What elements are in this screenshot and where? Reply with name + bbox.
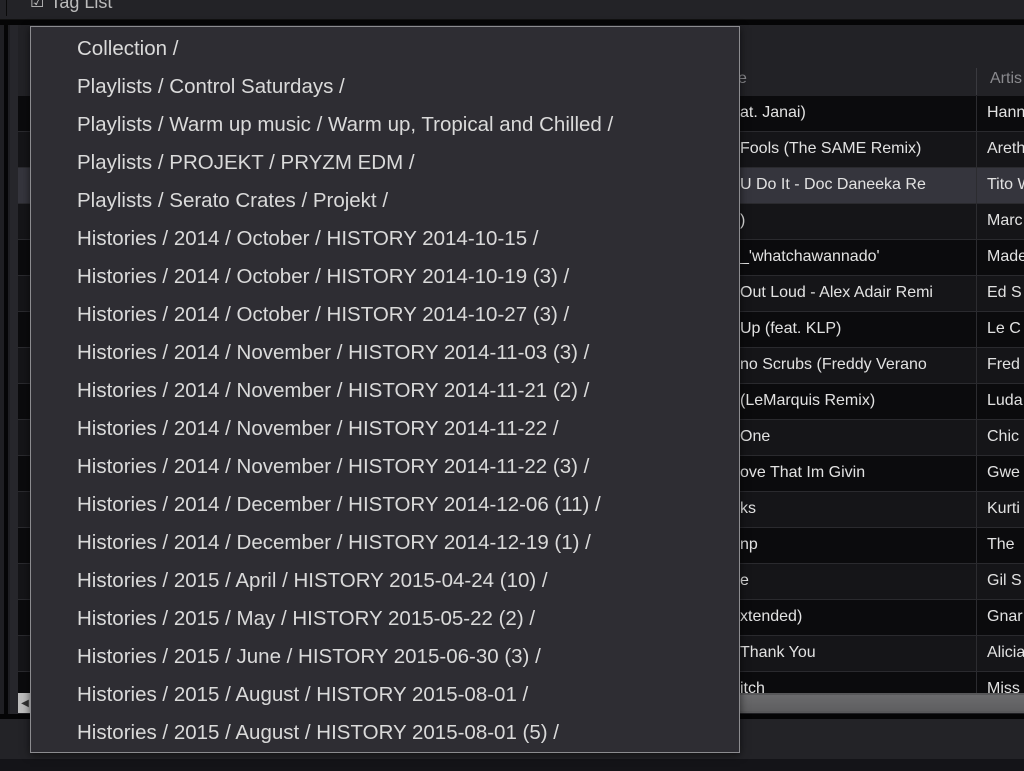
track-title-cell: _'whatchawannado': [740, 248, 880, 265]
track-title-cell: ): [740, 212, 746, 229]
top-toolbar: ☑ Tag List: [0, 0, 1024, 20]
column-divider: [976, 312, 977, 347]
track-title-cell: U Do It - Doc Daneeka Re: [740, 176, 926, 193]
column-divider: [976, 168, 977, 203]
menu-item[interactable]: Histories / 2015 / August / HISTORY 2015…: [31, 714, 739, 752]
menu-item[interactable]: Histories / 2014 / October / HISTORY 201…: [31, 220, 739, 258]
tag-list-tab[interactable]: ☑ Tag List: [30, 0, 112, 12]
menu-item[interactable]: Histories / 2014 / November / HISTORY 20…: [31, 448, 739, 486]
track-title-cell: e: [740, 572, 749, 589]
track-title-cell: no Scrubs (Freddy Verano: [740, 356, 927, 373]
track-title-cell: Out Loud - Alex Adair Remi: [740, 284, 933, 301]
track-title-cell: at. Janai): [740, 104, 806, 121]
column-divider: [976, 456, 977, 491]
column-header-title[interactable]: e: [738, 70, 968, 88]
column-divider: [976, 132, 977, 167]
menu-item[interactable]: Collection /: [31, 30, 739, 68]
track-title-cell: Thank You: [740, 644, 816, 661]
menu-item[interactable]: Histories / 2014 / November / HISTORY 20…: [31, 334, 739, 372]
column-resize-handle[interactable]: [976, 68, 977, 95]
tag-list-tab-label: Tag List: [50, 0, 113, 12]
column-divider: [976, 276, 977, 311]
column-divider: [976, 348, 977, 383]
column-header-artist[interactable]: Artis: [990, 70, 1022, 88]
status-strip: [0, 759, 1024, 771]
menu-item[interactable]: Histories / 2014 / October / HISTORY 201…: [31, 296, 739, 334]
track-artist-cell: Tito W: [987, 176, 1024, 193]
track-artist-cell: Luda: [987, 392, 1023, 409]
menu-item[interactable]: Histories / 2014 / November / HISTORY 20…: [31, 410, 739, 448]
track-title-cell: ks: [740, 500, 756, 517]
menu-item[interactable]: Histories / 2015 / April / HISTORY 2015-…: [31, 562, 739, 600]
menu-item[interactable]: Playlists / Warm up music / Warm up, Tro…: [31, 106, 739, 144]
menu-item[interactable]: Playlists / PROJEKT / PRYZM EDM /: [31, 144, 739, 182]
track-title-cell: Up (feat. KLP): [740, 320, 842, 337]
track-artist-cell: The: [987, 536, 1015, 553]
menu-item[interactable]: Playlists / Control Saturdays /: [31, 68, 739, 106]
toolbar-divider: [6, 0, 7, 16]
track-artist-cell: Marc: [987, 212, 1023, 229]
track-artist-cell: Areth: [987, 140, 1024, 157]
column-divider: [976, 240, 977, 275]
menu-item[interactable]: Histories / 2015 / June / HISTORY 2015-0…: [31, 638, 739, 676]
track-artist-cell: Gnar: [987, 608, 1023, 625]
menu-item[interactable]: Histories / 2014 / December / HISTORY 20…: [31, 524, 739, 562]
column-divider: [976, 420, 977, 455]
track-artist-cell: Hann: [987, 104, 1024, 121]
track-artist-cell: Ed S: [987, 284, 1022, 301]
menu-item[interactable]: Histories / 2014 / November / HISTORY 20…: [31, 372, 739, 410]
column-divider: [976, 204, 977, 239]
menu-item[interactable]: Histories / 2015 / May / HISTORY 2015-05…: [31, 600, 739, 638]
track-artist-cell: Made: [987, 248, 1024, 265]
panel-edge: [4, 25, 8, 718]
menu-item[interactable]: Playlists / Serato Crates / Projekt /: [31, 182, 739, 220]
track-title-cell: xtended): [740, 608, 803, 625]
menu-item[interactable]: Histories / 2015 / August / HISTORY 2015…: [31, 676, 739, 714]
tag-location-dropdown-menu: Collection / Playlists / Control Saturday…: [30, 26, 740, 753]
column-divider: [976, 384, 977, 419]
tag-list-check-icon: ☑: [30, 0, 45, 11]
column-divider: [976, 492, 977, 527]
track-artist-cell: Gwe: [987, 464, 1020, 481]
track-artist-cell: Gil S: [987, 572, 1022, 589]
track-title-cell: Fools (The SAME Remix): [740, 140, 922, 157]
track-title-cell: One: [740, 428, 771, 445]
column-divider: [976, 528, 977, 563]
track-artist-cell: Fred: [987, 356, 1020, 373]
track-artist-cell: Chic: [987, 428, 1020, 445]
menu-item[interactable]: Histories / 2014 / October / HISTORY 201…: [31, 258, 739, 296]
track-artist-cell: Le C: [987, 320, 1021, 337]
column-divider: [976, 96, 977, 131]
panel-gutter: [10, 25, 18, 718]
track-title-cell: (LeMarquis Remix): [740, 392, 876, 409]
track-title-cell: ove That Im Givin: [740, 464, 866, 481]
column-divider: [976, 636, 977, 671]
track-artist-cell: Alicia: [987, 644, 1024, 661]
column-divider: [976, 564, 977, 599]
track-title-cell: np: [740, 536, 758, 553]
menu-item[interactable]: Histories / 2014 / December / HISTORY 20…: [31, 486, 739, 524]
track-artist-cell: Kurti: [987, 500, 1020, 517]
column-divider: [976, 600, 977, 635]
